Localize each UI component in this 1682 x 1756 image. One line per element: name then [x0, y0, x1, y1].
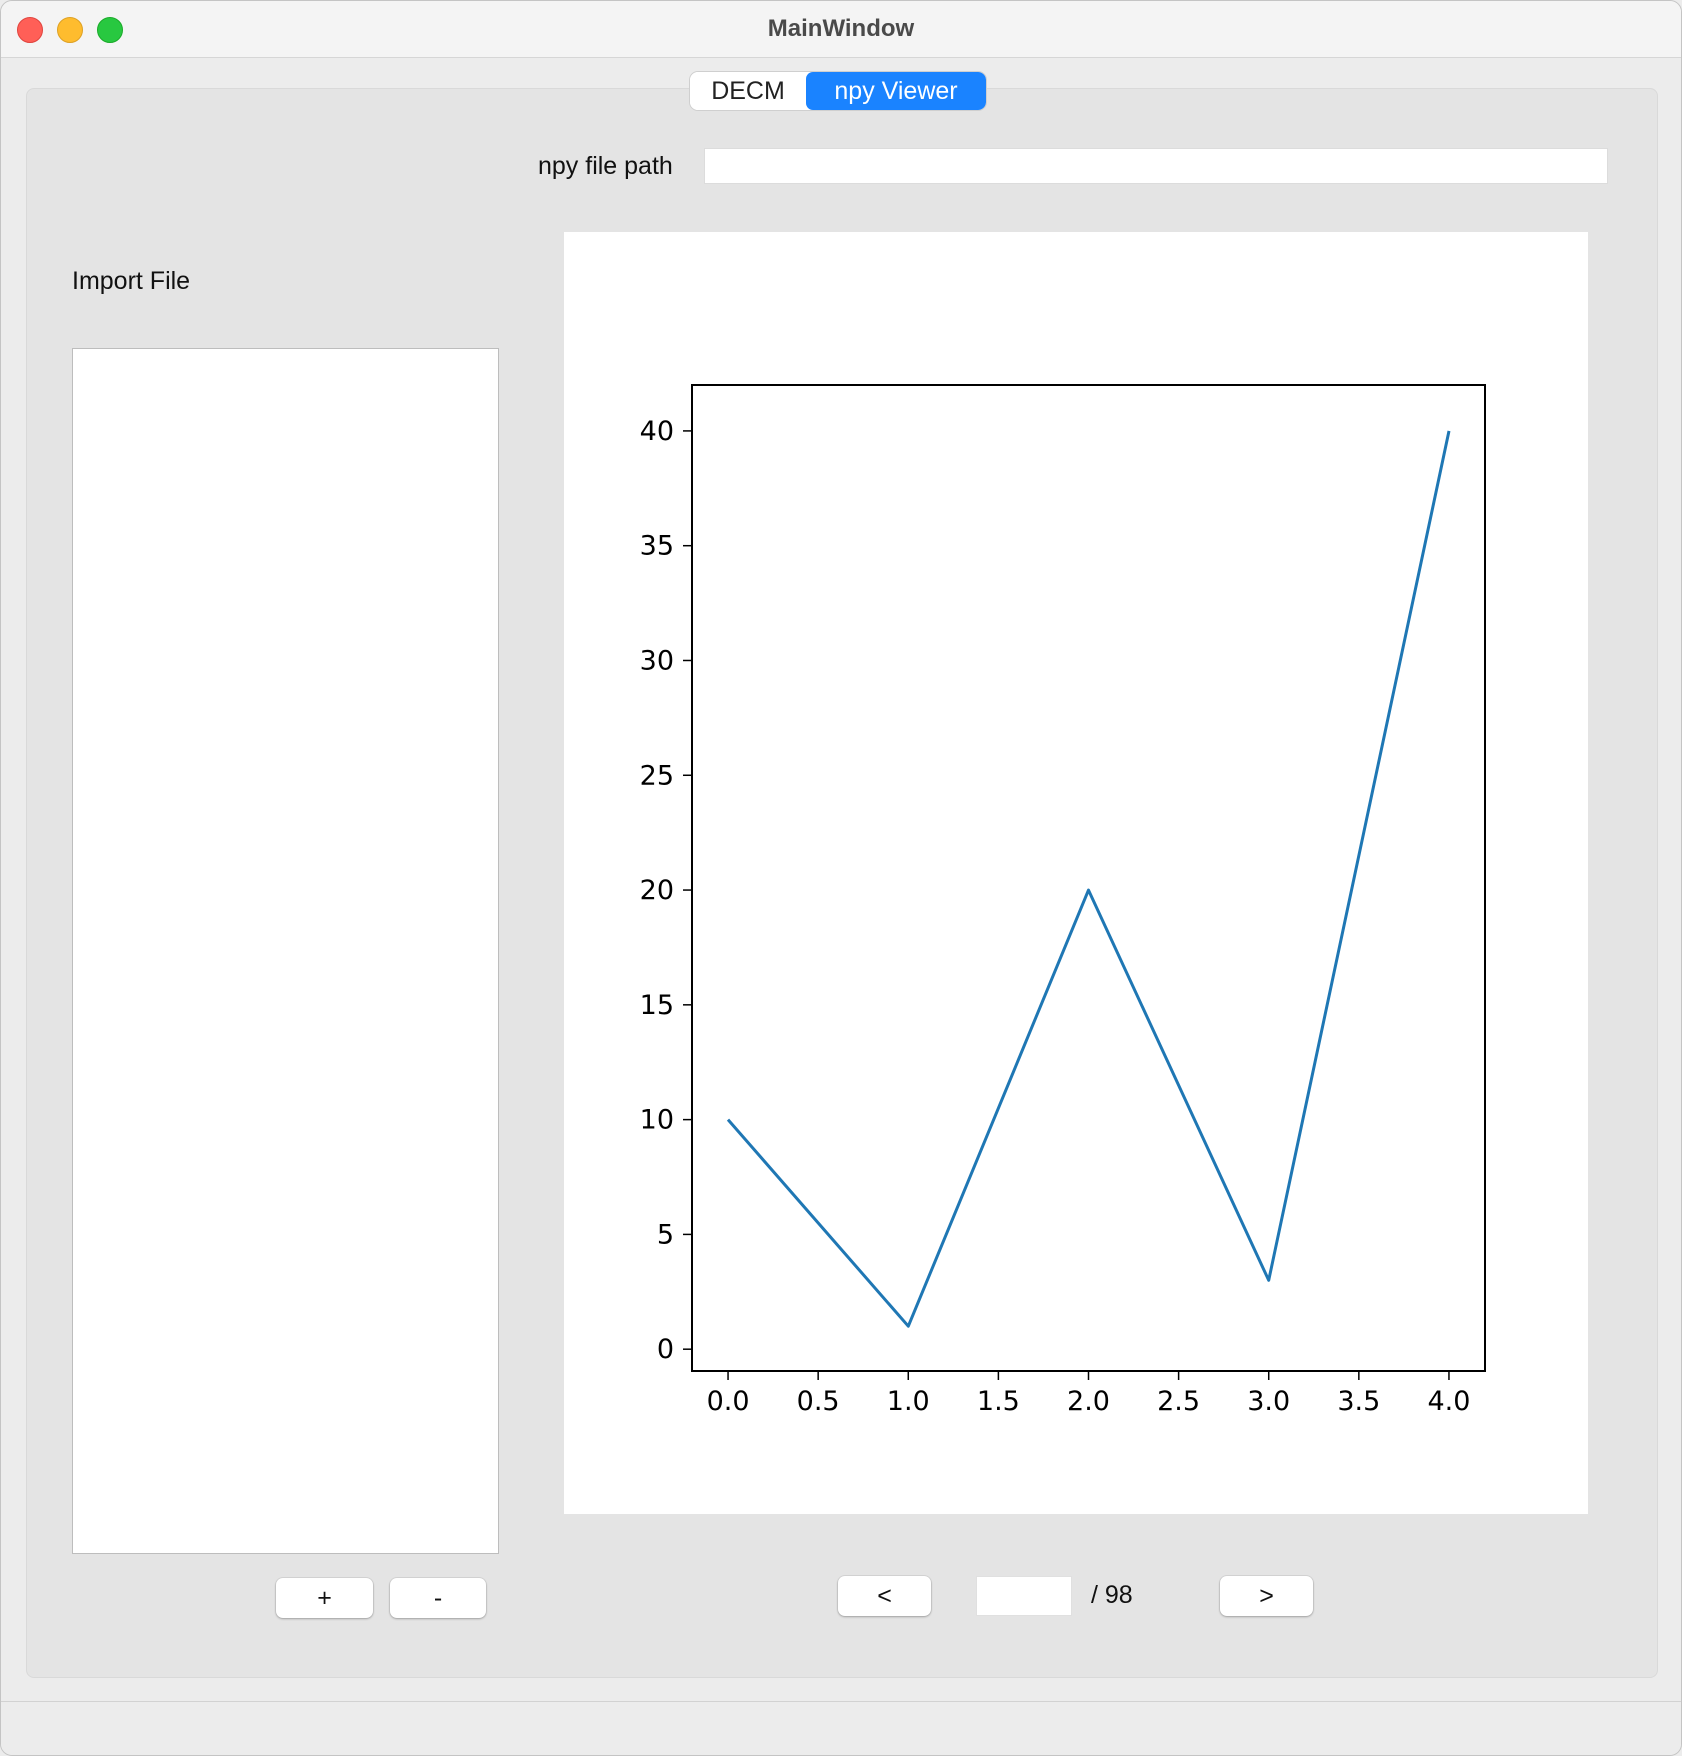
x-tick-label: 0.5 — [797, 1386, 840, 1417]
next-page-button[interactable]: > — [1220, 1576, 1313, 1616]
npy-file-path-input[interactable] — [704, 148, 1608, 184]
y-tick-label: 35 — [640, 531, 674, 562]
line-chart: 0.0 0.5 1.0 1.5 2.0 2.5 3.0 3.5 4.0 0 5 10 15 20 25 30 3… — [640, 384, 1486, 1417]
y-tick-label: 0 — [657, 1334, 674, 1365]
tab-decm[interactable]: DECM — [690, 72, 806, 110]
title-bar: MainWindow — [1, 1, 1681, 58]
imported-file-list[interactable] — [72, 348, 499, 1554]
previous-page-button[interactable]: < — [838, 1576, 931, 1616]
x-tick-label: 4.0 — [1427, 1386, 1470, 1417]
x-tick-label: 2.5 — [1157, 1386, 1200, 1417]
tab-npy-viewer[interactable]: npy Viewer — [806, 72, 986, 110]
axes-frame — [691, 384, 1486, 1372]
y-tick-label: 30 — [640, 645, 674, 676]
x-tick-label: 2.0 — [1067, 1386, 1110, 1417]
y-tick-label: 5 — [657, 1219, 674, 1250]
x-tick-label: 3.5 — [1337, 1386, 1380, 1417]
remove-file-button[interactable]: - — [390, 1578, 486, 1618]
y-tick-label: 20 — [640, 875, 674, 906]
window-title: MainWindow — [767, 15, 915, 42]
npy-file-path-label: npy file path — [538, 152, 673, 180]
import-file-label: Import File — [72, 267, 191, 295]
tab-bar: DECM npy Viewer — [690, 72, 986, 110]
y-tick-label: 25 — [640, 760, 674, 791]
series-line — [726, 430, 1451, 1328]
x-tick-label: 1.0 — [887, 1386, 930, 1417]
plot-canvas: 0.0 0.5 1.0 1.5 2.0 2.5 3.0 3.5 4.0 0 5 10 15 20 25 30 3… — [564, 232, 1588, 1514]
x-tick-label: 3.0 — [1247, 1386, 1290, 1417]
main-window: MainWindow DECM npy Viewer npy file path… — [0, 0, 1682, 1756]
y-tick-label: 15 — [640, 990, 674, 1021]
status-bar — [1, 1701, 1681, 1755]
page-number-input[interactable] — [976, 1576, 1072, 1616]
x-tick-label: 1.5 — [977, 1386, 1020, 1417]
y-tick-label: 40 — [640, 416, 674, 447]
x-tick-label: 0.0 — [707, 1386, 750, 1417]
y-tick-label: 10 — [640, 1105, 674, 1136]
add-file-button[interactable]: + — [276, 1578, 373, 1618]
page-total-label: / 98 — [1091, 1581, 1133, 1609]
